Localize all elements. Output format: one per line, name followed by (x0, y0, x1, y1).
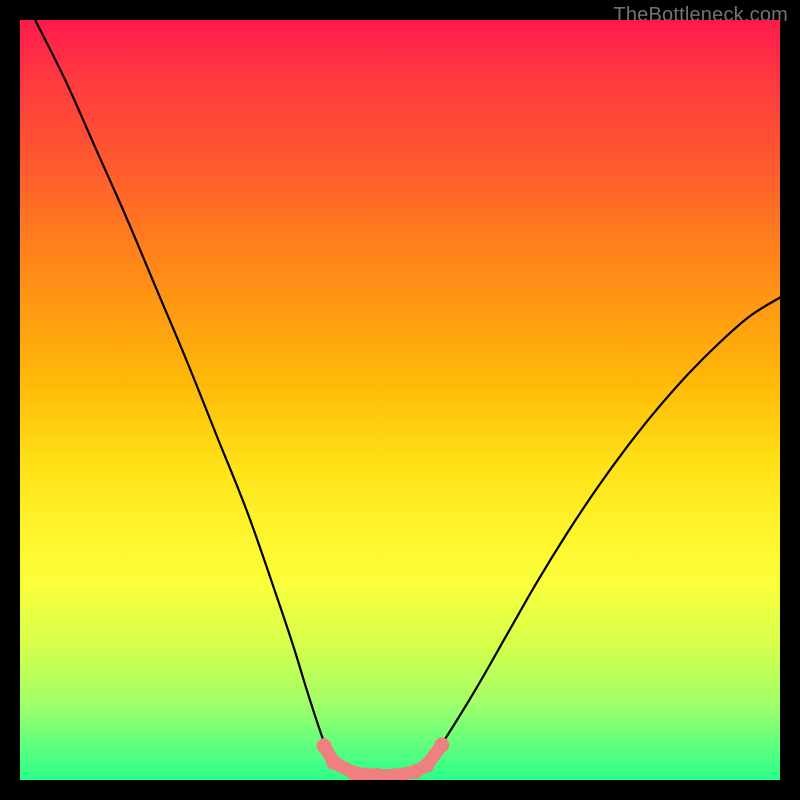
right-marker-2 (434, 738, 449, 753)
left-marker-1 (317, 738, 332, 753)
plot-area (20, 20, 780, 780)
chart-svg (20, 20, 780, 780)
left-marker-2 (326, 755, 341, 770)
series-left-curve (35, 20, 335, 769)
valley-marker-1 (347, 766, 362, 780)
series-right-curve (427, 297, 780, 766)
right-marker-1 (419, 758, 434, 773)
chart-frame: TheBottleneck.com (0, 0, 800, 800)
